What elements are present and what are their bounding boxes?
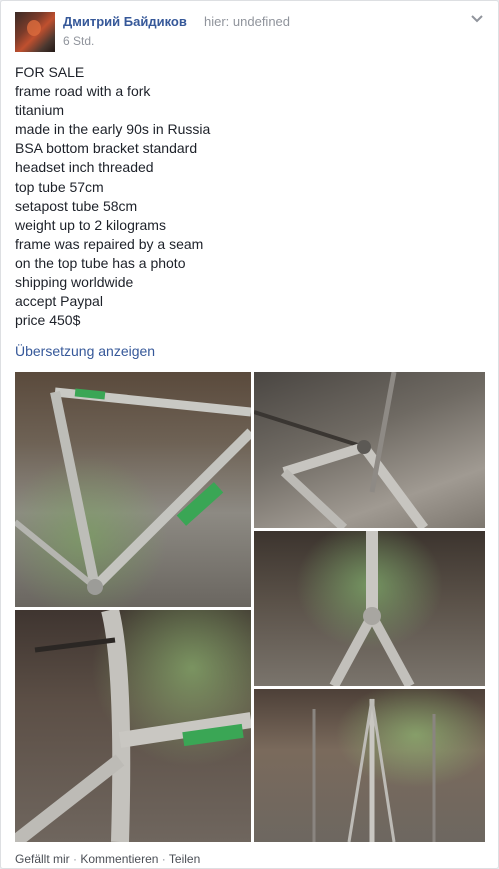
photo-frame-overview[interactable] <box>15 372 251 607</box>
chevron-down-icon[interactable] <box>471 14 483 24</box>
share-link[interactable]: Teilen <box>169 852 200 866</box>
post-body: FOR SALE frame road with a fork titanium… <box>15 63 475 330</box>
post-card: Дмитрий Байдиков hier: undefined 6 Std. … <box>0 0 499 869</box>
post-line: headset inch threaded <box>15 159 154 176</box>
post-line: made in the early 90s in Russia <box>15 121 211 138</box>
post-via-text: hier: undefined <box>204 14 291 29</box>
post-line: price 450$ <box>15 312 81 329</box>
post-line: FOR SALE <box>15 64 85 80</box>
post-line: weight up to 2 kilograms <box>15 216 166 233</box>
post-line: top tube 57cm <box>15 178 104 195</box>
like-link[interactable]: Gefällt mir <box>15 852 70 866</box>
post-timestamp[interactable]: 6 Std. <box>63 34 94 48</box>
author-avatar[interactable] <box>15 12 55 52</box>
photo-rear-dropouts[interactable] <box>254 372 485 528</box>
post-line: BSA bottom bracket standard <box>15 140 198 157</box>
post-line: setapost tube 58cm <box>15 197 138 214</box>
post-line: frame road with a fork <box>15 83 151 100</box>
post-line: on the top tube has a photo <box>15 254 186 271</box>
post-line: shipping worldwide <box>15 274 134 291</box>
see-translation-link[interactable]: Übersetzung anzeigen <box>15 343 155 359</box>
post-actions: Gefällt mir · Kommentieren · Teilen <box>15 852 200 866</box>
comment-link[interactable]: Kommentieren <box>80 852 158 866</box>
action-separator: · <box>73 852 78 866</box>
post-line: frame was repaired by a seam <box>15 235 204 252</box>
action-separator: · <box>161 852 166 866</box>
photo-frame-rear-view[interactable] <box>254 689 485 842</box>
post-line: titanium <box>15 102 65 119</box>
author-name[interactable]: Дмитрий Байдиков <box>63 14 187 29</box>
photo-seat-tube[interactable] <box>254 531 485 686</box>
post-line: accept Paypal <box>15 293 103 310</box>
photo-head-tube[interactable] <box>15 610 251 842</box>
